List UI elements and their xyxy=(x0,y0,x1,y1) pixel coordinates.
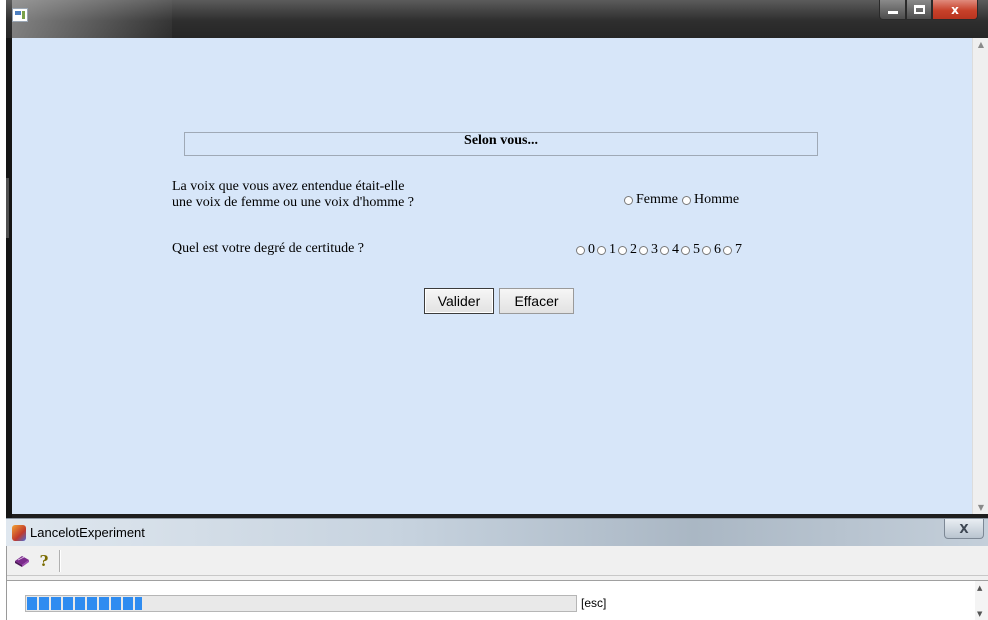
radio-label: 7 xyxy=(735,242,742,257)
radio-button-icon[interactable] xyxy=(702,245,711,255)
radio-certainty-4[interactable]: 4 xyxy=(660,242,679,258)
radio-button-icon[interactable] xyxy=(576,245,585,255)
clear-button[interactable]: Effacer xyxy=(499,288,574,314)
radio-label: 0 xyxy=(588,242,595,257)
esc-hint[interactable]: [esc] xyxy=(581,596,606,610)
radio-certainty-0[interactable]: 0 xyxy=(576,242,595,258)
maximize-button[interactable] xyxy=(906,0,932,20)
questionnaire-panel: Selon vous... La voix que vous avez ente… xyxy=(12,38,972,514)
gender-question-line1: La voix que vous avez entendue était-ell… xyxy=(172,179,405,194)
radio-label: 1 xyxy=(609,242,616,257)
certainty-question: Quel est votre degré de certitude ? xyxy=(172,241,365,256)
gender-question-line2: une voix de femme ou une voix d'homme ? xyxy=(172,195,415,210)
app-icon[interactable] xyxy=(12,8,28,22)
close-button[interactable]: x xyxy=(932,0,978,20)
radio-label: Femme xyxy=(636,192,678,207)
radio-certainty-1[interactable]: 1 xyxy=(597,242,616,258)
browser-window: x Selon vous... La voix que vous avez en… xyxy=(6,0,988,518)
book-icon[interactable] xyxy=(13,552,31,570)
progress-bar xyxy=(25,595,577,612)
radio-homme[interactable]: Homme xyxy=(682,192,739,208)
scroll-down-icon[interactable]: ▼ xyxy=(977,610,982,618)
experiment-title: LancelotExperiment xyxy=(30,525,145,540)
certainty-radio-group: 0 1 2 3 4 5 6 7 xyxy=(576,242,744,258)
radio-button-icon[interactable] xyxy=(723,245,732,255)
radio-certainty-2[interactable]: 2 xyxy=(618,242,637,258)
status-area: [esc] ▲ ▼ xyxy=(7,580,988,620)
radio-button-icon[interactable] xyxy=(682,195,691,205)
vertical-scrollbar[interactable]: ▲ ▼ xyxy=(972,38,988,514)
window-titlebar[interactable]: x xyxy=(6,0,988,38)
experiment-close-button[interactable]: X xyxy=(944,519,984,539)
radio-label: Homme xyxy=(694,192,740,207)
radio-button-icon[interactable] xyxy=(639,245,648,255)
book-icon-graphic xyxy=(15,556,29,567)
help-icon[interactable]: ? xyxy=(35,552,53,570)
status-scrollbar[interactable]: ▲ ▼ xyxy=(975,581,988,620)
scroll-down-icon[interactable]: ▼ xyxy=(973,503,988,512)
radio-label: 6 xyxy=(714,242,721,257)
submit-button[interactable]: Valider xyxy=(424,288,494,314)
radio-label: 5 xyxy=(693,242,700,257)
experiment-toolbar: ? xyxy=(7,546,988,576)
toolbar-separator xyxy=(59,550,60,572)
progress-fill xyxy=(27,597,142,610)
minimize-icon xyxy=(887,11,898,14)
scroll-up-icon[interactable]: ▲ xyxy=(977,584,982,592)
radio-certainty-6[interactable]: 6 xyxy=(702,242,721,258)
close-icon: x xyxy=(951,2,959,17)
gender-question: La voix que vous avez entendue était-ell… xyxy=(172,179,502,211)
gender-radio-group: Femme Homme xyxy=(624,192,743,208)
radio-certainty-7[interactable]: 7 xyxy=(723,242,742,258)
titlebar-highlight xyxy=(12,0,172,38)
radio-button-icon[interactable] xyxy=(660,245,669,255)
radio-femme[interactable]: Femme xyxy=(624,192,678,208)
radio-certainty-5[interactable]: 5 xyxy=(681,242,700,258)
experiment-titlebar[interactable]: LancelotExperiment X xyxy=(6,518,988,546)
radio-button-icon[interactable] xyxy=(681,245,690,255)
radio-button-icon[interactable] xyxy=(597,245,606,255)
maximize-icon xyxy=(913,5,925,14)
radio-label: 4 xyxy=(672,242,679,257)
experiment-window: ? [esc] ▲ ▼ xyxy=(6,546,988,620)
scroll-up-icon[interactable]: ▲ xyxy=(973,40,988,49)
radio-button-icon[interactable] xyxy=(624,195,633,205)
radio-label: 3 xyxy=(651,242,658,257)
lancelot-icon xyxy=(12,525,26,541)
radio-button-icon[interactable] xyxy=(618,245,627,255)
radio-label: 2 xyxy=(630,242,637,257)
form-title: Selon vous... xyxy=(184,132,818,156)
window-controls: x xyxy=(879,0,978,22)
minimize-button[interactable] xyxy=(879,0,906,20)
radio-certainty-3[interactable]: 3 xyxy=(639,242,658,258)
close-icon: X xyxy=(959,521,969,536)
